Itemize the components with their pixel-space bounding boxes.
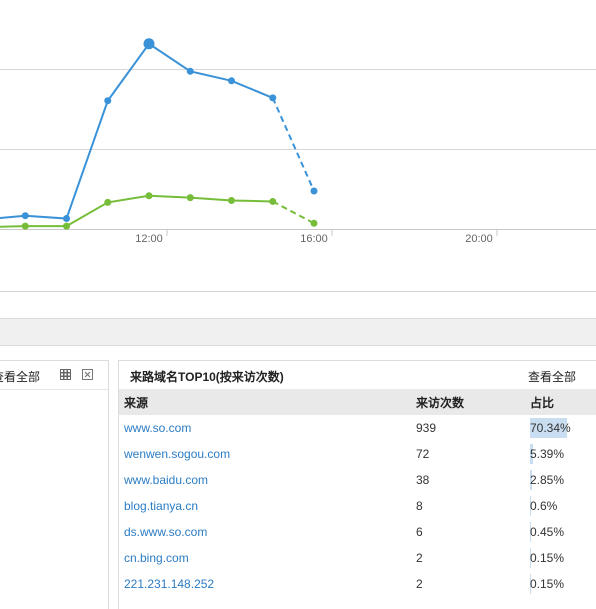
share-cell: 2.85% <box>530 467 596 493</box>
close-icon[interactable] <box>82 369 93 380</box>
share-text: 2.85% <box>530 473 565 487</box>
visits-cell: 2 <box>416 577 423 591</box>
visits-cell: 2 <box>416 551 423 565</box>
left-panel-header: 查看全部 <box>0 361 108 390</box>
source-domain-link[interactable]: wenwen.sogou.com <box>124 447 230 461</box>
share-cell: 0.15% <box>530 545 596 571</box>
series-line-projected-0 <box>271 97 315 192</box>
visits-cell: 72 <box>416 447 430 461</box>
share-text: 0.15% <box>530 551 565 565</box>
table-header-row: 来源 来访次数 占比 <box>119 389 596 415</box>
series-line-projected-1 <box>272 200 315 225</box>
visits-cell: 38 <box>416 473 430 487</box>
table-row: cn.bing.com 2 0.15% <box>119 545 596 571</box>
referrer-table-body: www.so.com 939 70.34% wenwen.sogou.com 72 5.3… <box>119 415 596 597</box>
source-domain-link[interactable]: www.baidu.com <box>124 473 208 487</box>
source-cell: cn.bing.com <box>119 545 416 571</box>
referrer-panel-title: 来路域名TOP10(按来访次数) <box>130 370 284 384</box>
referrer-table: 来源 来访次数 占比 www.so.com 939 70.34% wenwen.sog… <box>119 389 596 597</box>
referrer-panel: 来路域名TOP10(按来访次数) 查看全部 来源 来访次数 占比 www.so.… <box>118 360 596 609</box>
data-point <box>21 212 29 220</box>
source-domain-link[interactable]: blog.tianya.cn <box>124 499 198 513</box>
table-row: www.so.com 939 70.34% <box>119 415 596 441</box>
grid-icon[interactable] <box>60 369 71 380</box>
traffic-line-chart: 12:00 16:00 20:00 <box>0 38 596 292</box>
column-header-share[interactable]: 占比 <box>530 389 596 415</box>
share-text: 0.45% <box>530 525 565 539</box>
source-domain-link[interactable]: ds.www.so.com <box>124 525 207 539</box>
column-header-visits[interactable]: 来访次数 <box>416 389 530 415</box>
data-point <box>186 194 194 202</box>
x-axis-tick-label: 16:00 <box>300 233 328 245</box>
referrer-panel-header: 来路域名TOP10(按来访次数) 查看全部 <box>119 361 596 389</box>
data-point <box>21 222 29 230</box>
source-cell: blog.tianya.cn <box>119 493 416 519</box>
source-domain-link[interactable]: 221.231.148.252 <box>124 577 214 591</box>
data-point <box>143 38 155 50</box>
source-domain-link[interactable]: cn.bing.com <box>124 551 189 565</box>
source-cell: ds.www.so.com <box>119 519 416 545</box>
data-point <box>228 77 235 85</box>
share-cell: 70.34% <box>530 415 596 441</box>
table-row: wenwen.sogou.com 72 5.39% <box>119 441 596 467</box>
data-point <box>269 94 277 102</box>
x-axis-tick-label: 20:00 <box>465 233 493 245</box>
share-cell: 0.6% <box>530 493 596 519</box>
visits-cell: 6 <box>416 525 423 539</box>
share-value: 0.15% <box>530 574 564 594</box>
data-point <box>310 187 318 195</box>
data-point <box>63 215 70 223</box>
data-point <box>63 222 70 230</box>
share-text: 0.15% <box>530 577 565 591</box>
share-text: 0.6% <box>530 499 558 513</box>
share-text: 5.39% <box>530 447 565 461</box>
series-line-0 <box>0 42 274 220</box>
source-cell: www.so.com <box>119 415 416 441</box>
share-cell: 0.15% <box>530 571 596 597</box>
left-panel: 查看全部 <box>0 360 109 609</box>
share-cell: 0.45% <box>530 519 596 545</box>
column-header-source[interactable]: 来源 <box>119 389 416 415</box>
share-cell: 5.39% <box>530 441 596 467</box>
share-value: 0.6% <box>530 496 557 516</box>
data-point <box>104 97 112 105</box>
table-row: ds.www.so.com 6 0.45% <box>119 519 596 545</box>
visits-cell: 8 <box>416 499 423 513</box>
share-value: 5.39% <box>530 444 564 464</box>
source-cell: wenwen.sogou.com <box>119 441 416 467</box>
share-text: 70.34% <box>530 421 571 435</box>
referrer-view-all-link[interactable]: 查看全部 <box>528 368 576 385</box>
x-axis-tick-label: 12:00 <box>135 233 163 245</box>
share-value: 0.45% <box>530 522 564 542</box>
data-point <box>269 197 277 205</box>
section-divider <box>0 318 596 346</box>
left-view-all-link[interactable]: 查看全部 <box>0 368 40 385</box>
data-point <box>145 192 153 200</box>
share-value: 2.85% <box>530 470 564 490</box>
data-point <box>310 219 318 227</box>
share-value: 0.15% <box>530 548 564 568</box>
data-point <box>104 198 112 206</box>
source-domain-link[interactable]: www.so.com <box>124 421 191 435</box>
table-row: 221.231.148.252 2 0.15% <box>119 571 596 597</box>
table-row: www.baidu.com 38 2.85% <box>119 467 596 493</box>
source-cell: 221.231.148.252 <box>119 571 416 597</box>
data-point <box>228 197 235 204</box>
visits-cell: 939 <box>416 421 437 435</box>
share-value: 70.34% <box>530 418 571 438</box>
source-cell: www.baidu.com <box>119 467 416 493</box>
table-row: blog.tianya.cn 8 0.6% <box>119 493 596 519</box>
data-point <box>186 67 194 75</box>
